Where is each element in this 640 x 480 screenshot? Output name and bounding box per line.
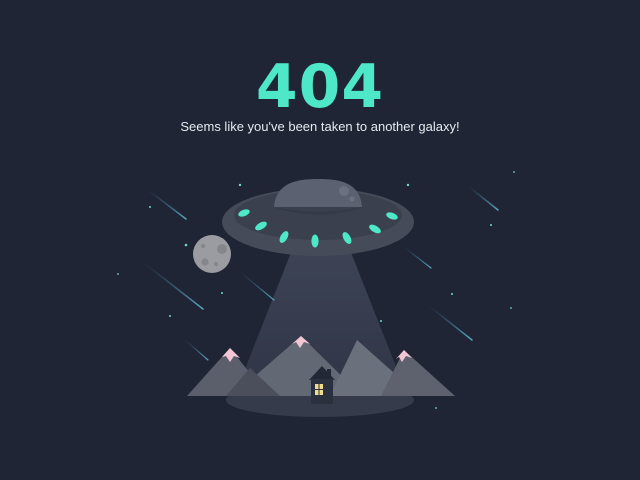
- shooting-star-icon: [184, 339, 209, 361]
- star: [184, 243, 188, 247]
- star: [406, 183, 410, 187]
- moon-icon: [193, 235, 231, 273]
- shooting-star-icon: [239, 271, 275, 301]
- star: [435, 407, 437, 409]
- star: [221, 292, 223, 294]
- shooting-star-icon: [143, 262, 204, 310]
- star: [117, 273, 119, 275]
- shooting-star-icon: [147, 189, 187, 220]
- star: [149, 206, 151, 208]
- shooting-star-icon: [403, 246, 432, 269]
- star: [510, 307, 512, 309]
- star: [513, 171, 515, 173]
- star: [169, 315, 171, 317]
- error-page: 404 Seems like you've been taken to anot…: [0, 0, 640, 480]
- star: [380, 320, 382, 322]
- star: [451, 293, 453, 295]
- shooting-star-icon: [428, 305, 473, 341]
- star: [490, 224, 492, 226]
- space-illustration: [117, 171, 515, 417]
- shooting-star-icon: [467, 185, 499, 211]
- star: [238, 183, 242, 187]
- ufo-icon: [222, 179, 414, 256]
